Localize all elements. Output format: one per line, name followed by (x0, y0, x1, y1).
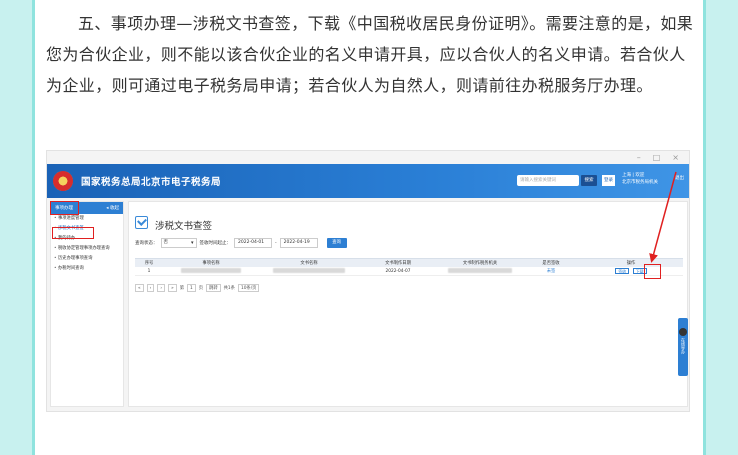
annotation-arrow-overlay (649, 171, 677, 263)
annotation-arrow (649, 171, 677, 263)
